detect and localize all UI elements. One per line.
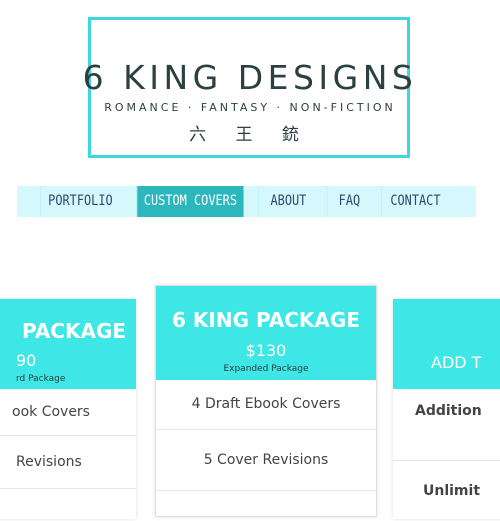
nav-item-contact[interactable]: CONTACT [381, 186, 449, 217]
package-subtitle: rd Package [16, 374, 66, 384]
package-card-standard: PACKAGE 90 rd Package ook Covers Revisio… [0, 299, 136, 519]
package-card-6-king: 6 KING PACKAGE $130 Expanded Package 4 D… [155, 285, 377, 517]
package-feature: 5 Cover Revisions [156, 430, 376, 491]
package-name: PACKAGE [22, 319, 127, 343]
package-feature: Revisions [0, 436, 136, 489]
package-price: 90 [16, 351, 37, 370]
package-header: 6 KING PACKAGE $130 Expanded Package [156, 286, 376, 380]
nav-item-about[interactable]: ABOUT [258, 186, 318, 217]
package-name: ADD T [431, 353, 482, 372]
package-header: ADD T [393, 299, 500, 389]
nav-item-faq[interactable]: FAQ [326, 186, 371, 217]
nav-item-custom-covers[interactable]: CUSTOM COVERS [136, 186, 244, 217]
logo-tagline: ROMANCE · FANTASY · NON-FICTION [104, 101, 396, 114]
package-name: 6 KING PACKAGE [172, 308, 360, 332]
package-card-add-ons: ADD T Addition Unlimit [393, 299, 500, 519]
package-subtitle: Expanded Package [223, 364, 309, 374]
logo-kanji: 六 王 銃 [189, 125, 311, 145]
package-feature: Addition [393, 389, 500, 461]
package-feature: ook Covers [0, 389, 136, 436]
logo-title: 6 KING DESIGNS [82, 58, 418, 97]
nav-item-portfolio[interactable]: PORTFOLIO [40, 186, 120, 217]
package-header: PACKAGE 90 rd Package [0, 299, 136, 389]
package-feature: Unlimit [423, 483, 481, 499]
main-nav: PORTFOLIO CUSTOM COVERS ABOUT FAQ CONTAC… [17, 186, 476, 217]
package-price: $130 [245, 341, 287, 360]
package-feature: 4 Draft Ebook Covers [156, 380, 376, 430]
